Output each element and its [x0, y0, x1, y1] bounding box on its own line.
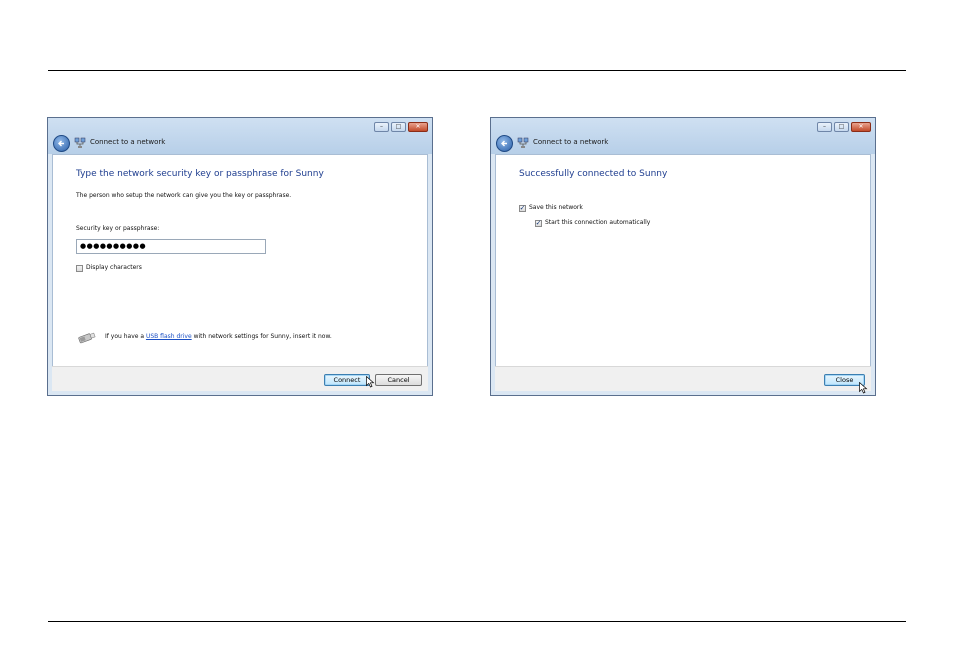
display-characters-label: Display characters	[86, 264, 142, 271]
security-key-input[interactable]: ●●●●●●●●●●	[76, 239, 266, 254]
mouse-cursor-icon	[366, 376, 375, 388]
close-window-button[interactable]: ✕	[408, 122, 428, 132]
usb-hint-text-after: with network settings for Sunny, insert …	[193, 333, 332, 340]
dialog-heading: Type the network security key or passphr…	[76, 169, 324, 179]
close-icon: ✕	[415, 123, 421, 130]
maximize-button[interactable]: □	[834, 122, 849, 132]
dialog-heading: Successfully connected to Sunny	[519, 169, 668, 179]
dialog-content: Successfully connected to Sunny ✓ Save t…	[495, 154, 871, 367]
usb-hint: If you have a USB flash drive with netwo…	[105, 333, 332, 341]
start-automatically-label: Start this connection automatically	[545, 219, 651, 226]
network-icon	[517, 137, 529, 148]
connected-window: – □ ✕ Connect to a network Successfully …	[490, 117, 876, 396]
title-bar[interactable]: – □ ✕ Connect to a network	[491, 118, 875, 154]
bottom-rule	[48, 621, 906, 622]
dialog-description: The person who setup the network can giv…	[76, 192, 292, 199]
minimize-icon: –	[380, 123, 383, 130]
network-icon	[74, 137, 86, 148]
usb-hint-text-before: If you have a	[105, 333, 145, 340]
connect-button[interactable]: Connect	[324, 374, 370, 386]
minimize-icon: –	[823, 123, 826, 130]
start-automatically-checkbox[interactable]: ✓	[535, 220, 542, 227]
display-characters-checkbox[interactable]	[76, 265, 83, 272]
checkmark-icon: ✓	[535, 219, 542, 227]
cancel-button[interactable]: Cancel	[375, 374, 422, 386]
usb-drive-icon	[78, 332, 96, 344]
save-network-checkbox[interactable]: ✓	[519, 205, 526, 212]
dialog-content: Type the network security key or passphr…	[52, 154, 428, 367]
save-network-label: Save this network	[529, 204, 583, 211]
dialog-footer: Close	[495, 366, 871, 391]
window-title: Connect to a network	[533, 138, 609, 146]
top-rule	[48, 70, 906, 71]
window-title: Connect to a network	[90, 138, 166, 146]
connect-network-window: – □ ✕ Connect to a network Type the netw…	[47, 117, 433, 396]
maximize-icon: □	[395, 123, 402, 130]
maximize-icon: □	[838, 123, 845, 130]
maximize-button[interactable]: □	[391, 122, 406, 132]
back-button[interactable]	[496, 135, 513, 152]
title-bar[interactable]: – □ ✕ Connect to a network	[48, 118, 432, 154]
close-window-button[interactable]: ✕	[851, 122, 871, 132]
back-button[interactable]	[53, 135, 70, 152]
checkmark-icon: ✓	[519, 204, 526, 212]
mouse-cursor-icon	[859, 382, 868, 394]
minimize-button[interactable]: –	[374, 122, 389, 132]
security-key-label: Security key or passphrase:	[76, 225, 160, 232]
back-arrow-icon	[58, 140, 64, 147]
close-icon: ✕	[858, 123, 864, 130]
minimize-button[interactable]: –	[817, 122, 832, 132]
usb-flash-drive-link[interactable]: USB flash drive	[146, 333, 192, 340]
back-arrow-icon	[501, 140, 507, 147]
